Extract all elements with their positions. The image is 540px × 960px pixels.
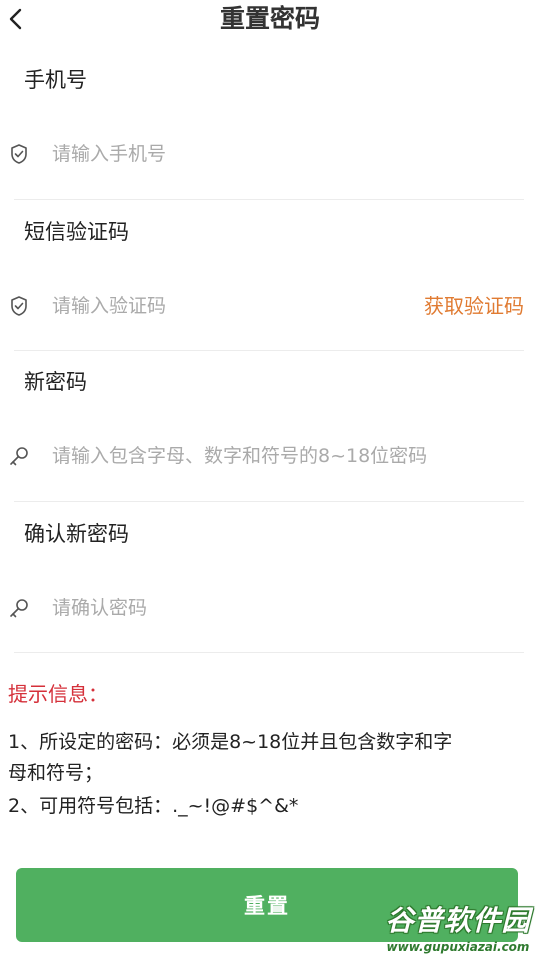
watermark-logo: 谷普软件园 [385,904,531,937]
sms-code-row: 获取验证码 [0,283,540,329]
sms-code-label: 短信验证码 [24,220,129,244]
divider [14,199,524,200]
new-password-row [0,433,540,479]
get-code-button[interactable]: 获取验证码 [424,291,524,321]
new-password-label: 新密码 [24,370,87,394]
sms-code-input[interactable] [52,287,352,325]
phone-label: 手机号 [24,68,87,92]
new-password-input[interactable] [52,437,522,475]
divider [14,350,524,351]
watermark: 谷普软件园 www.gupuxiazai.com [376,902,540,960]
key-icon [10,599,28,618]
divider [14,501,524,502]
shield-check-icon [11,296,27,316]
watermark-url: www.gupuxiazai.com [386,940,530,954]
hint-title: 提示信息： [8,682,108,706]
confirm-password-row [0,585,540,631]
header-bar: 重置密码 [0,0,540,40]
divider [14,652,524,653]
phone-row [0,131,540,177]
confirm-password-input[interactable] [52,589,392,627]
hint-line-2: 2、可用符号包括：._~!@#$^&* [8,795,299,817]
page-title: 重置密码 [219,4,320,33]
phone-input[interactable] [52,135,392,173]
shield-check-icon [11,144,27,164]
hint-line-1a: 1、所设定的密码：必须是8~18位并且包含数字和字 [8,731,453,753]
confirm-password-label: 确认新密码 [24,522,129,546]
hint-line-1b: 母和符号； [8,762,104,784]
key-icon [10,447,28,466]
